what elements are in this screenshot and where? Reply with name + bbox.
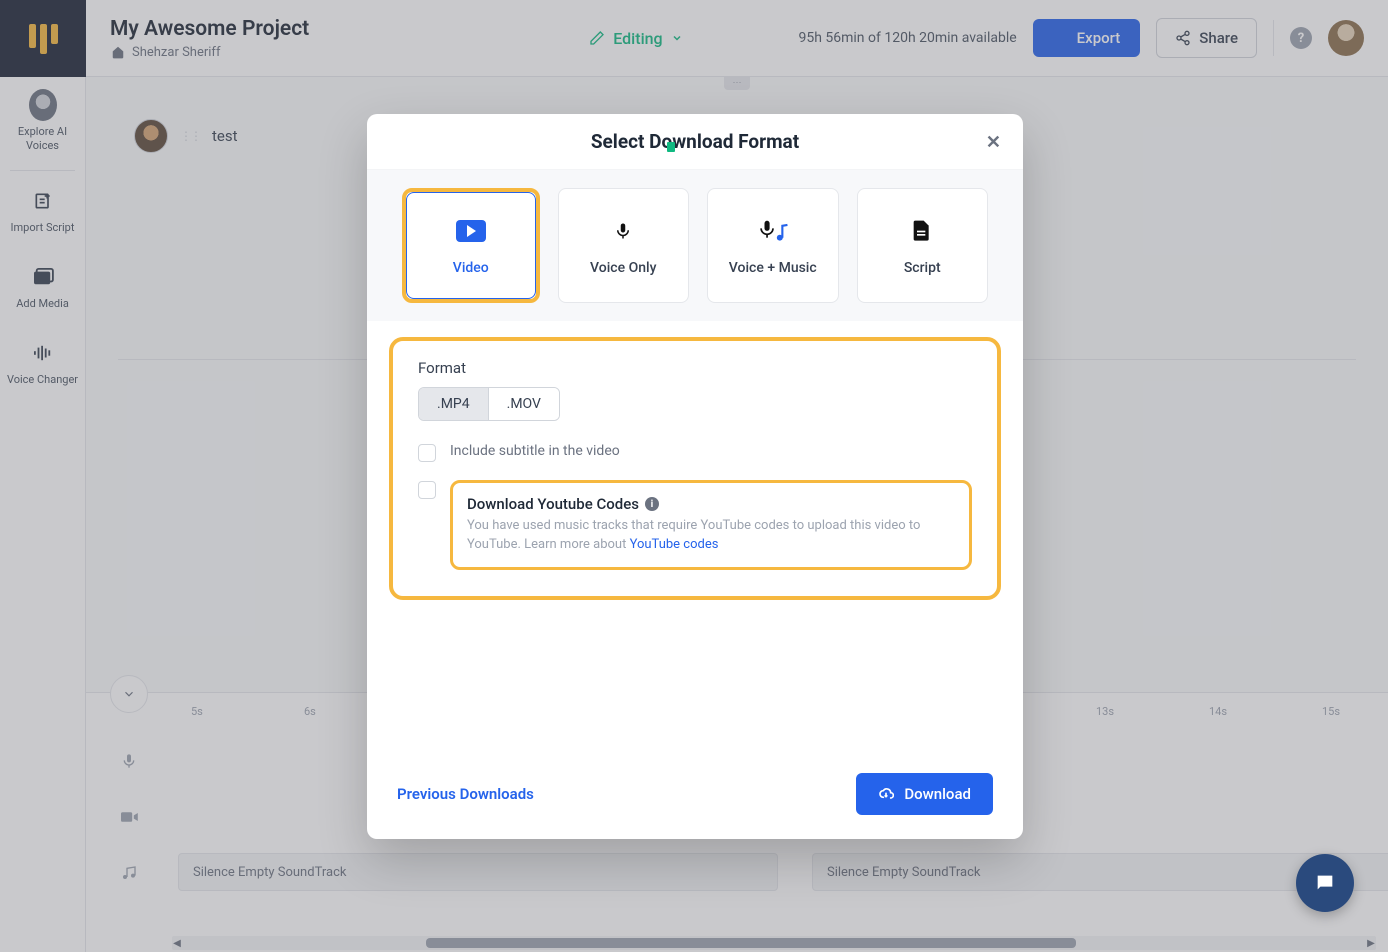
modal-title: Select Download Format xyxy=(591,130,799,153)
mic-icon xyxy=(614,216,632,246)
tab-video[interactable]: Video xyxy=(402,188,540,303)
tab-voice-music[interactable]: Voice + Music xyxy=(707,188,839,303)
format-label: Format xyxy=(418,359,972,377)
options-panel: Format .MP4 .MOV Include subtitle in the… xyxy=(389,337,1001,600)
youtube-link[interactable]: YouTube codes xyxy=(630,537,719,552)
youtube-checkbox[interactable] xyxy=(418,481,436,499)
cloud-download-icon xyxy=(878,786,894,802)
format-mp4[interactable]: .MP4 xyxy=(419,388,488,420)
document-icon xyxy=(912,216,932,246)
download-modal: Select Download Format ✕ Video Voice Onl… xyxy=(367,114,1023,839)
youtube-option: Download Youtube Codes i You have used m… xyxy=(418,480,972,570)
format-tabs: Video Voice Only Voice + Music Script xyxy=(367,170,1023,321)
info-icon[interactable]: i xyxy=(645,497,659,511)
previous-downloads-link[interactable]: Previous Downloads xyxy=(397,785,534,803)
subtitle-option: Include subtitle in the video xyxy=(418,443,972,462)
close-icon[interactable]: ✕ xyxy=(986,132,1001,153)
tab-script[interactable]: Script xyxy=(857,188,989,303)
subtitle-label: Include subtitle in the video xyxy=(450,443,620,459)
tab-voice-only[interactable]: Voice Only xyxy=(558,188,690,303)
youtube-title: Download Youtube Codes xyxy=(467,495,639,513)
subtitle-checkbox[interactable] xyxy=(418,444,436,462)
mic-music-icon xyxy=(756,216,790,246)
download-button[interactable]: Download xyxy=(856,773,993,815)
chat-icon xyxy=(1313,872,1337,894)
format-toggle: .MP4 .MOV xyxy=(418,387,560,421)
youtube-info-box: Download Youtube Codes i You have used m… xyxy=(450,480,972,570)
play-icon xyxy=(456,216,486,246)
chat-button[interactable] xyxy=(1296,854,1354,912)
format-mov[interactable]: .MOV xyxy=(488,388,559,420)
